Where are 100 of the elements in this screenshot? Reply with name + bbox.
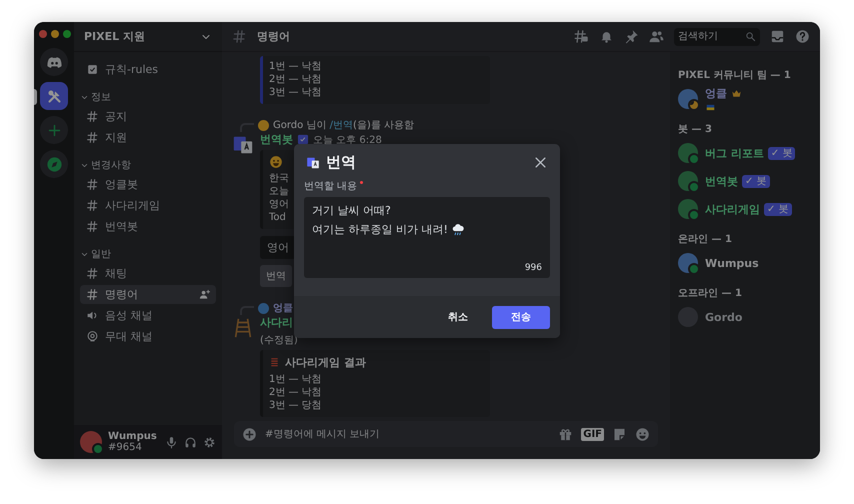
translate-icon <box>306 156 320 170</box>
category-header[interactable]: 변경사항 <box>80 158 216 172</box>
reply-avatar <box>258 302 269 314</box>
field-text: 여기는 하루종일 비가 내려! <box>312 222 448 237</box>
edited-label: (수정됨) <box>260 334 299 347</box>
zoom-window-button[interactable] <box>63 30 71 38</box>
member-item[interactable]: 번역봇 ✓ 봇 <box>678 168 812 194</box>
bell-icon[interactable] <box>599 29 614 44</box>
embed-title: 사다리게임 결과 <box>285 355 366 370</box>
bot-tag: ✓ 봇 <box>764 202 792 216</box>
member-item[interactable]: 엉클 <box>678 86 812 112</box>
bot-tag: ✓ 봇 <box>742 174 770 188</box>
emoji-icon[interactable] <box>635 426 650 442</box>
channel-item[interactable]: 채팅 <box>80 264 216 283</box>
hash-icon <box>86 220 99 233</box>
translate-icon <box>232 134 254 156</box>
author-name[interactable]: 번역봇 <box>260 132 293 147</box>
field-label: 번역할 내용 <box>304 180 358 193</box>
channel-item[interactable]: 번역봇 <box>80 217 216 236</box>
group-title: 온라인 — 1 <box>678 233 733 246</box>
member-item[interactable]: 사다리게임 ✓ 봇 <box>678 196 812 222</box>
rain-cloud-icon <box>450 222 465 236</box>
sticker-icon[interactable] <box>612 426 627 442</box>
channel-item[interactable]: 지원 <box>80 128 216 147</box>
username: Wumpus <box>108 431 158 442</box>
embed-line: 1번 — 낙첨 <box>269 374 322 386</box>
embed-line: Tod <box>269 212 286 224</box>
timestamp: 오늘 오후 6:28 <box>313 134 382 146</box>
rules-icon <box>86 63 99 76</box>
channel-item[interactable]: 규칙-rules <box>80 60 216 79</box>
embed-line: 2번 — 낙첨 <box>269 387 322 399</box>
hash-icon <box>86 131 99 144</box>
member-item[interactable]: Wumpus <box>678 250 812 276</box>
inbox-icon[interactable] <box>770 29 785 44</box>
embed-line: 오늘 <box>269 186 289 198</box>
character-counter: 996 <box>524 263 542 273</box>
search-box[interactable]: 검색하기 <box>674 28 760 46</box>
reply-username[interactable]: 엉클 <box>273 301 293 315</box>
cancel-button[interactable]: 취소 <box>432 304 484 330</box>
ladder-icon <box>232 317 254 339</box>
category-header[interactable]: 일반 <box>80 247 216 261</box>
search-field[interactable]: 검색하기 <box>678 31 738 42</box>
hash-icon <box>86 178 99 191</box>
embed-line: 3번 — 낙첨 <box>269 87 322 99</box>
category-header[interactable]: 정보 <box>80 90 216 104</box>
speaker-icon <box>86 309 99 322</box>
member-item[interactable]: 버그 리포트 ✓ 봇 <box>678 140 812 166</box>
bot-tag: ✓ 봇 <box>768 146 796 160</box>
gift-icon[interactable] <box>558 426 574 442</box>
member-name: 엉클 <box>705 86 727 101</box>
embed-line: 한국 <box>269 173 289 185</box>
crossed-tools-icon <box>46 88 62 104</box>
gif-button[interactable]: GIF <box>581 428 604 440</box>
message-input[interactable]: #명령어에 메시지 보내기 <box>265 428 550 440</box>
smiley-icon <box>269 155 283 169</box>
translate-button[interactable]: 번역 <box>260 265 292 287</box>
channel-item[interactable]: 엉클봇 <box>80 175 216 194</box>
channel-item[interactable]: 사다리게임 <box>80 196 216 215</box>
field-text: 거기 날씨 어때? <box>312 203 391 218</box>
explore-button[interactable] <box>40 150 68 178</box>
member-item[interactable]: Gordo <box>678 304 812 330</box>
group-title: PIXEL 커뮤니티 팀 — 1 <box>678 69 792 82</box>
author-name[interactable]: 사다리 <box>260 315 293 330</box>
close-icon[interactable] <box>533 155 548 170</box>
add-icon[interactable] <box>242 426 257 442</box>
pin-icon[interactable] <box>624 29 639 44</box>
message-bar[interactable]: #명령어에 메시지 보내기 GIF <box>234 421 658 447</box>
embed-line: 1번 — 낙첨 <box>269 61 322 73</box>
embed-line: 3번 — 당첨 <box>269 400 322 412</box>
help-icon[interactable] <box>795 29 810 44</box>
reply-avatar <box>258 120 269 130</box>
threads-icon[interactable] <box>574 29 589 44</box>
command-link[interactable]: /번역 <box>330 120 354 131</box>
reply-text: Gordo 님이 /번역(을)를 사용함 <box>273 119 414 132</box>
server-icon-button[interactable] <box>40 82 68 110</box>
channel-item[interactable]: 공지 <box>80 107 216 126</box>
invite-icon <box>199 289 210 300</box>
hash-icon <box>86 199 99 212</box>
minimize-window-button[interactable] <box>51 30 59 38</box>
home-button[interactable] <box>40 48 68 76</box>
list-icon <box>269 357 280 368</box>
search-icon <box>745 31 756 42</box>
close-window-button[interactable] <box>39 30 47 38</box>
member-name: 번역봇 <box>705 174 738 188</box>
settings-icon[interactable] <box>203 436 216 448</box>
submit-button[interactable]: 전송 <box>492 306 550 328</box>
text-area-field[interactable]: 거기 날씨 어때? 여기는 하루종일 비가 내려! 996 <box>304 197 550 278</box>
hash-icon <box>86 110 99 123</box>
members-icon[interactable] <box>649 29 664 44</box>
hash-icon <box>86 288 99 301</box>
channel-item[interactable]: 명령어 <box>80 285 216 304</box>
embed-line: 영어 <box>269 199 289 211</box>
headphones-icon[interactable] <box>184 436 197 448</box>
add-server-button[interactable] <box>40 116 68 144</box>
user-tag: #9654 <box>108 442 159 453</box>
channel-item[interactable]: 무대 채널 <box>80 327 216 346</box>
microphone-icon[interactable] <box>165 436 178 448</box>
channel-title: 명령어 <box>257 29 290 44</box>
stage-icon <box>86 330 99 343</box>
channel-item[interactable]: 음성 채널 <box>80 306 216 325</box>
